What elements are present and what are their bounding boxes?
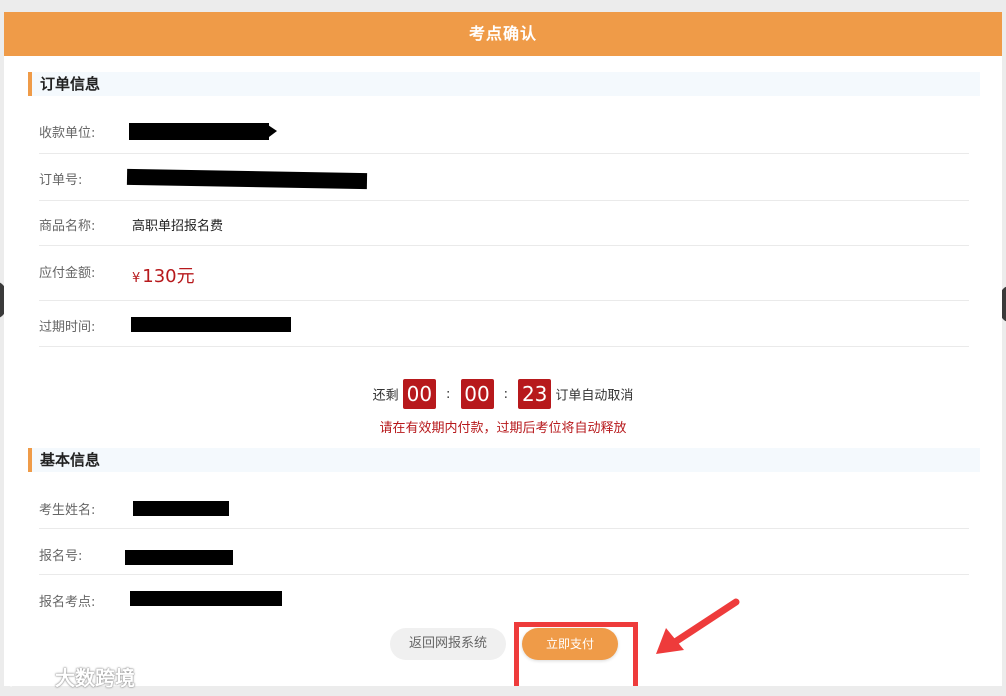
countdown-separator: : [503, 386, 509, 402]
countdown-seconds: 23 [518, 379, 552, 409]
product-label: 商品名称: [39, 219, 96, 234]
amount-label: 应付金额: [39, 266, 96, 281]
expire-redacted [131, 317, 291, 332]
name-row: 考生姓名: [39, 499, 969, 529]
watermark-text: 大数跨境 [54, 666, 135, 690]
watermark-logo-icon [9, 667, 44, 686]
payee-redacted [129, 123, 269, 140]
amount-value: ¥130元 [132, 262, 195, 288]
name-redacted [133, 501, 229, 516]
amount-number: 130元 [142, 266, 195, 287]
product-value: 高职单招报名费 [132, 219, 224, 234]
name-label: 考生姓名: [39, 503, 96, 518]
reg-no-redacted [125, 550, 233, 565]
countdown-hours: 00 [402, 379, 436, 409]
order-no-row: 订单号: [39, 168, 969, 201]
reg-no-row: 报名号: [39, 545, 969, 575]
redaction-tail [265, 123, 277, 140]
order-no-redacted [126, 168, 368, 190]
payment-notice: 请在有效期内付款，过期后考位将自动释放 [379, 421, 627, 436]
reg-no-label: 报名号: [39, 549, 83, 564]
exam-site-redacted [130, 591, 282, 606]
order-no-label: 订单号: [39, 173, 83, 188]
countdown: 还剩 00 : 00 : 23 订单自动取消 [4, 379, 1002, 409]
exam-site-confirm-dialog: 考点确认 订单信息 收款单位: 订单号: 商品名称: 高职单招报名费 应付金额:… [4, 12, 1002, 686]
exam-site-label: 报名考点: [39, 595, 96, 610]
back-to-system-button[interactable]: 返回网报系统 [390, 628, 506, 660]
exam-site-row: 报名考点: [39, 591, 969, 615]
currency-symbol: ¥ [132, 271, 141, 286]
watermark: 大数跨境 [8, 662, 135, 690]
countdown-separator: : [445, 386, 451, 402]
amount-row: 应付金额: ¥130元 [39, 262, 969, 301]
expire-label: 过期时间: [39, 320, 96, 335]
payee-label: 收款单位: [39, 126, 96, 141]
countdown-minutes: 00 [460, 379, 494, 409]
countdown-suffix: 订单自动取消 [555, 388, 634, 404]
annotation-arrow-icon [656, 598, 740, 654]
countdown-prefix: 还剩 [372, 388, 399, 404]
dialog-title: 考点确认 [4, 12, 1002, 56]
basic-info-section-title: 基本信息 [28, 448, 980, 472]
order-info-section-title: 订单信息 [28, 72, 980, 96]
expire-row: 过期时间: [39, 316, 969, 347]
annotation-highlight-box [514, 622, 638, 686]
product-row: 商品名称: 高职单招报名费 [39, 215, 969, 246]
payee-row: 收款单位: [39, 122, 969, 154]
